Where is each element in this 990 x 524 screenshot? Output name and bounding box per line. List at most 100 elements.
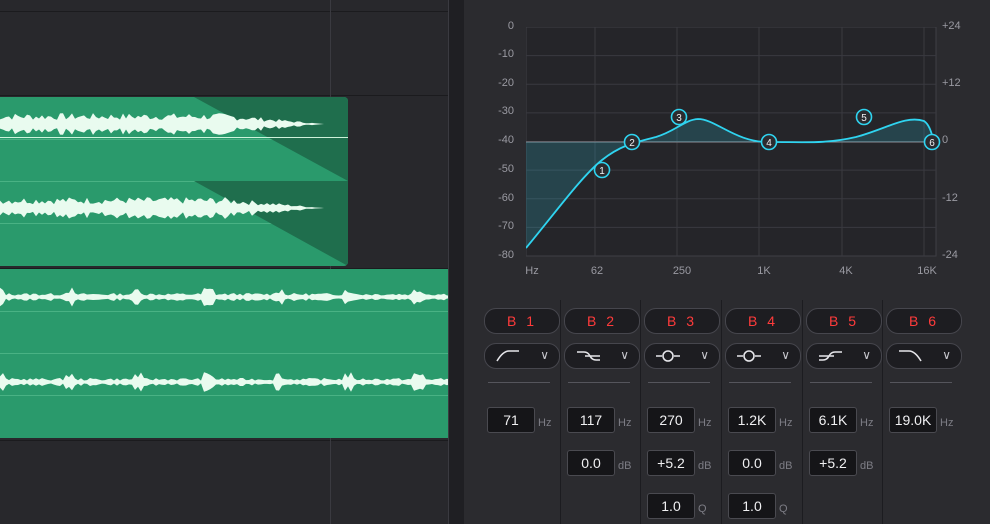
- bell-icon: [737, 350, 761, 362]
- y-right-label: +24: [942, 20, 961, 32]
- x-label: Hz: [525, 265, 539, 277]
- band-5-toggle[interactable]: B 5: [806, 308, 882, 334]
- y-left-label: -70: [498, 220, 514, 232]
- band-6-toggle[interactable]: B 6: [886, 308, 962, 334]
- unit-label: dB: [698, 460, 712, 472]
- eq-node-label: 2: [629, 138, 635, 149]
- band-3-freq-field[interactable]: 270: [647, 407, 695, 433]
- unit-label: Q: [779, 503, 788, 515]
- band-4-freq-field[interactable]: 1.2K: [728, 407, 776, 433]
- band-5: B 5 ∨ 6.1K Hz +5.2 dB: [804, 300, 884, 524]
- waveform-shape: [0, 287, 450, 307]
- track-divider: [0, 11, 450, 12]
- band-4-gain-field[interactable]: 0.0: [728, 450, 776, 476]
- band-1: B 1 ∨ 71 Hz: [482, 300, 562, 524]
- band-2: B 2 ∨ 117 Hz 0.0 dB: [562, 300, 642, 524]
- waveform: [0, 113, 345, 219]
- timeline[interactable]: [0, 0, 450, 524]
- y-left-label: -80: [498, 249, 514, 261]
- chevron-down-icon: ∨: [781, 348, 790, 362]
- waveform: [0, 287, 450, 392]
- y-left-label: -30: [498, 105, 514, 117]
- track-divider: [0, 95, 450, 96]
- waveform-shape: [0, 372, 450, 392]
- unit-label: Hz: [940, 417, 954, 429]
- low-shelf-icon: [577, 351, 600, 361]
- divider: [729, 382, 791, 383]
- low-pass-icon: [899, 350, 922, 362]
- bell-icon: [656, 350, 680, 362]
- y-left-label: 0: [507, 20, 514, 32]
- y-left-label: -40: [498, 134, 514, 146]
- band-5-freq-field[interactable]: 6.1K: [809, 407, 857, 433]
- y-right-label: -12: [942, 192, 958, 204]
- divider: [488, 382, 550, 383]
- y-left-label: -50: [498, 163, 514, 175]
- x-label: 1K: [757, 265, 771, 277]
- band-2-shape-select[interactable]: ∨: [564, 343, 640, 369]
- y-left-label: -20: [498, 77, 514, 89]
- eq-node-label: 5: [861, 113, 867, 124]
- eq-node-label: 6: [929, 138, 935, 149]
- unit-label: Hz: [779, 417, 793, 429]
- eq-node-label: 4: [766, 138, 772, 149]
- band-5-shape-select[interactable]: ∨: [806, 343, 882, 369]
- unit-label: dB: [860, 460, 874, 472]
- audio-clip[interactable]: [0, 97, 348, 266]
- high-shelf-icon: [819, 351, 842, 361]
- y-right-label: +12: [942, 77, 961, 89]
- y-left-label: -10: [498, 48, 514, 60]
- x-label: 4K: [839, 265, 853, 277]
- band-6: B 6 ∨ 19.0K Hz: [884, 300, 964, 524]
- band-4: B 4 ∨ 1.2K Hz 0.0 dB 1.0 Q: [723, 300, 803, 524]
- band-4-q-field[interactable]: 1.0: [728, 493, 776, 519]
- x-label: 250: [672, 265, 692, 277]
- unit-label: Hz: [538, 417, 552, 429]
- band-2-toggle[interactable]: B 2: [564, 308, 640, 334]
- eq-node-label: 1: [599, 166, 605, 177]
- eq-node-label: 3: [676, 113, 682, 124]
- eq-graph[interactable]: 1 2 3 4 5 6: [526, 27, 946, 258]
- unit-label: Q: [698, 503, 707, 515]
- band-3-toggle[interactable]: B 3: [644, 308, 720, 334]
- band-2-gain-field[interactable]: 0.0: [567, 450, 615, 476]
- unit-label: dB: [779, 460, 793, 472]
- divider: [810, 382, 872, 383]
- band-4-shape-select[interactable]: ∨: [725, 343, 801, 369]
- band-6-shape-select[interactable]: ∨: [886, 343, 962, 369]
- panel-divider[interactable]: [448, 0, 465, 524]
- y-right-label: -24: [942, 249, 958, 261]
- band-1-shape-select[interactable]: ∨: [484, 343, 560, 369]
- audio-clip[interactable]: [0, 269, 450, 438]
- band-3-q-field[interactable]: 1.0: [647, 493, 695, 519]
- divider: [648, 382, 710, 383]
- band-1-toggle[interactable]: B 1: [484, 308, 560, 334]
- waveform-shape: [0, 197, 345, 219]
- chevron-down-icon: ∨: [862, 348, 871, 362]
- eq-panel: 0 -10 -20 -30 -40 -50 -60 -70 -80 +24 +1…: [464, 0, 990, 524]
- divider: [568, 382, 630, 383]
- waveform-shape: [0, 113, 345, 135]
- unit-label: Hz: [698, 417, 712, 429]
- unit-label: Hz: [860, 417, 874, 429]
- band-5-gain-field[interactable]: +5.2: [809, 450, 857, 476]
- band-4-toggle[interactable]: B 4: [725, 308, 801, 334]
- unit-label: dB: [618, 460, 632, 472]
- track-divider: [0, 440, 450, 441]
- unit-label: Hz: [618, 417, 632, 429]
- divider: [890, 382, 952, 383]
- y-right-label: 0: [942, 134, 949, 146]
- band-3-shape-select[interactable]: ∨: [644, 343, 720, 369]
- band-3: B 3 ∨ 270 Hz +5.2 dB 1.0 Q: [642, 300, 722, 524]
- x-label: 62: [590, 265, 604, 277]
- chevron-down-icon: ∨: [540, 348, 549, 362]
- high-pass-icon: [496, 350, 519, 362]
- y-left-label: -60: [498, 192, 514, 204]
- band-6-freq-field[interactable]: 19.0K: [889, 407, 937, 433]
- chevron-down-icon: ∨: [620, 348, 629, 362]
- band-1-freq-field[interactable]: 71: [487, 407, 535, 433]
- x-label: 16K: [917, 265, 937, 277]
- band-3-gain-field[interactable]: +5.2: [647, 450, 695, 476]
- chevron-down-icon: ∨: [942, 348, 951, 362]
- band-2-freq-field[interactable]: 117: [567, 407, 615, 433]
